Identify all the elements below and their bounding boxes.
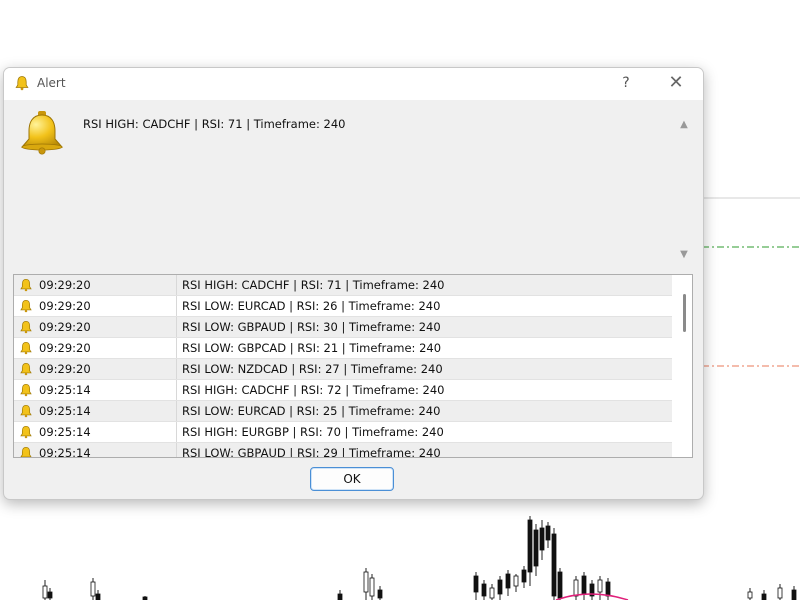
candle-body	[747, 591, 753, 599]
candlestick-series	[42, 516, 797, 600]
bell-icon	[19, 404, 33, 418]
candle-body	[551, 533, 557, 597]
candle-body	[481, 583, 487, 597]
column-divider	[176, 443, 177, 457]
scroll-down-icon[interactable]: ▼	[677, 248, 691, 262]
row-time: 09:29:20	[39, 341, 91, 355]
history-row[interactable]: 09:29:20 RSI LOW: NZDCAD | RSI: 27 | Time…	[14, 359, 672, 380]
candle-body	[573, 579, 579, 597]
candle-body	[42, 585, 48, 599]
title-bar: Alert ? ✕	[4, 68, 703, 100]
history-row[interactable]: 09:29:20 RSI LOW: GBPAUD | RSI: 30 | Time…	[14, 317, 672, 338]
candle-body	[377, 589, 383, 599]
row-time: 09:29:20	[39, 320, 91, 334]
history-row[interactable]: 09:25:14 RSI HIGH: EURGBP | RSI: 70 | Tim…	[14, 422, 672, 443]
candle-body	[761, 593, 767, 600]
bell-icon	[19, 299, 33, 313]
column-divider	[176, 317, 177, 337]
candle-body	[539, 527, 545, 551]
candle-body	[505, 573, 511, 589]
candle-body	[557, 571, 563, 599]
bell-icon	[19, 425, 33, 439]
row-message: RSI LOW: NZDCAD | RSI: 27 | Timeframe: 2…	[182, 362, 443, 376]
bell-icon	[19, 362, 33, 376]
row-message: RSI LOW: EURCAD | RSI: 26 | Timeframe: 2…	[182, 299, 441, 313]
row-time: 09:25:14	[39, 404, 91, 418]
candle-body	[533, 529, 539, 567]
alert-message: RSI HIGH: CADCHF | RSI: 71 | Timeframe: …	[83, 117, 346, 131]
bell-icon	[20, 111, 64, 155]
row-time: 09:25:14	[39, 425, 91, 439]
history-row[interactable]: 09:25:14 RSI HIGH: CADCHF | RSI: 72 | Tim…	[14, 380, 672, 401]
bell-icon	[19, 383, 33, 397]
candle-body	[597, 579, 603, 593]
close-button[interactable]: ✕	[656, 68, 696, 98]
candle-body	[363, 571, 369, 593]
bell-icon	[19, 446, 33, 457]
column-divider	[176, 380, 177, 400]
row-time: 09:29:20	[39, 299, 91, 313]
alert-dialog: Alert ? ✕ RSI HIGH: CADCHF | RSI: 71 | T…	[3, 67, 704, 500]
candle-body	[95, 593, 101, 600]
candle-body	[605, 581, 611, 597]
close-icon[interactable]: ✕	[668, 72, 683, 93]
candle-body	[521, 569, 527, 583]
candle-body	[513, 575, 519, 587]
ok-button[interactable]: OK	[310, 467, 394, 491]
bell-icon	[19, 278, 33, 292]
row-time: 09:29:20	[39, 278, 91, 292]
row-message: RSI LOW: GBPAUD | RSI: 30 | Timeframe: 2…	[182, 320, 441, 334]
scroll-up-icon[interactable]: ▲	[677, 118, 691, 132]
bell-icon	[15, 76, 29, 91]
row-time: 09:29:20	[39, 362, 91, 376]
history-row[interactable]: 09:25:14 RSI LOW: GBPAUD | RSI: 29 | Time…	[14, 443, 672, 458]
column-divider	[176, 338, 177, 358]
alert-history-list[interactable]: 09:29:20 RSI HIGH: CADCHF | RSI: 71 | Tim…	[13, 274, 693, 458]
candle-body	[777, 587, 783, 599]
candle-body	[337, 593, 343, 600]
candle-body	[581, 575, 587, 595]
row-message: RSI HIGH: EURGBP | RSI: 70 | Timeframe: …	[182, 425, 444, 439]
column-divider	[176, 275, 177, 295]
candle-body	[527, 519, 533, 573]
column-divider	[176, 401, 177, 421]
row-message: RSI HIGH: CADCHF | RSI: 72 | Timeframe: …	[182, 383, 445, 397]
candle-body	[473, 575, 479, 593]
history-row[interactable]: 09:25:14 RSI LOW: EURCAD | RSI: 25 | Time…	[14, 401, 672, 422]
history-row[interactable]: 09:29:20 RSI HIGH: CADCHF | RSI: 71 | Tim…	[14, 275, 672, 296]
column-divider	[176, 422, 177, 442]
candle-body	[497, 579, 503, 595]
history-row[interactable]: 09:29:20 RSI LOW: GBPCAD | RSI: 21 | Time…	[14, 338, 672, 359]
column-divider	[176, 359, 177, 379]
candle-body	[489, 587, 495, 599]
scrollbar-thumb[interactable]	[683, 294, 686, 332]
candle-body	[369, 577, 375, 597]
history-scrollbar[interactable]	[678, 275, 691, 457]
candle-body	[545, 525, 551, 541]
row-message: RSI LOW: GBPAUD | RSI: 29 | Timeframe: 2…	[182, 446, 441, 458]
row-time: 09:25:14	[39, 383, 91, 397]
column-divider	[176, 296, 177, 316]
candle-body	[47, 591, 53, 599]
history-row[interactable]: 09:29:20 RSI LOW: EURCAD | RSI: 26 | Time…	[14, 296, 672, 317]
bell-icon	[19, 341, 33, 355]
row-time: 09:25:14	[39, 446, 91, 458]
window-title: Alert	[37, 76, 66, 90]
row-message: RSI LOW: GBPCAD | RSI: 21 | Timeframe: 2…	[182, 341, 442, 355]
help-button[interactable]: ?	[608, 68, 644, 98]
candle-body	[791, 589, 797, 600]
bell-icon	[19, 320, 33, 334]
row-message: RSI HIGH: CADCHF | RSI: 71 | Timeframe: …	[182, 278, 445, 292]
row-message: RSI LOW: EURCAD | RSI: 25 | Timeframe: 2…	[182, 404, 441, 418]
candle-body	[90, 581, 96, 597]
